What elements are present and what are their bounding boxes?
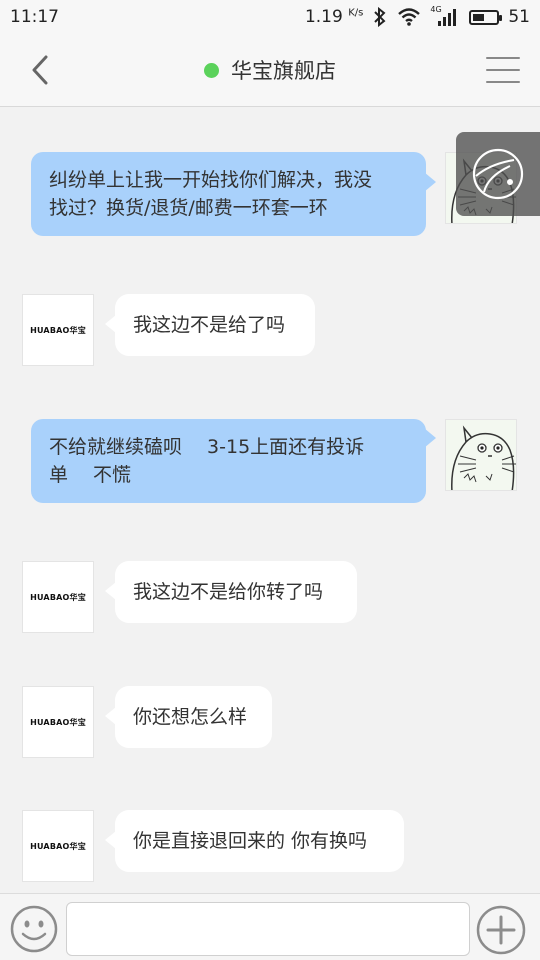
assistant-ball-icon xyxy=(472,148,524,200)
message-text-input[interactable] xyxy=(66,902,470,956)
message-text: 你还想怎么样 xyxy=(133,706,248,728)
message-bubble-incoming[interactable]: 你还想怎么样 xyxy=(115,686,272,748)
menu-icon-line xyxy=(486,81,520,83)
message-text-line: 找过？换货/退货/邮费一环套一环 xyxy=(49,197,328,219)
network-speed: 1.19 K/s xyxy=(304,7,364,27)
menu-icon-line xyxy=(486,69,520,71)
message-bubble-outgoing[interactable]: 不给就继续磕呗 3-15上面还有投诉 单 不慌 xyxy=(31,419,426,503)
huabao-logo: HUABAO华宝 xyxy=(30,717,86,727)
message-bubble-outgoing[interactable]: 纠纷单上让我一开始找你们解决，我没 找过？换货/退货/邮费一环套一环 xyxy=(31,152,426,236)
message-bubble-incoming[interactable]: 我这边不是给了吗 xyxy=(115,294,315,356)
message-text-line: 单 不慌 xyxy=(49,464,132,486)
message-text: 你是直接退回来的 你有换吗 xyxy=(133,830,368,852)
user-avatar[interactable] xyxy=(445,419,517,491)
totoro-avatar-icon xyxy=(451,425,516,490)
menu-button[interactable] xyxy=(486,52,520,88)
message-text: 我这边不是给了吗 xyxy=(133,314,286,336)
chat-title: 华宝旗舰店 xyxy=(204,55,336,85)
bubble-tail xyxy=(424,428,436,448)
plus-circle-icon xyxy=(476,905,526,955)
store-avatar[interactable]: HUABAO华宝 xyxy=(22,810,94,882)
huabao-logo: HUABAO华宝 xyxy=(30,841,86,851)
add-attachment-button[interactable] xyxy=(475,904,527,956)
chat-header: 华宝旗舰店 xyxy=(0,34,540,107)
wifi-icon xyxy=(398,8,421,26)
store-avatar[interactable]: HUABAO华宝 xyxy=(22,294,94,366)
store-avatar[interactable]: HUABAO华宝 xyxy=(22,686,94,758)
message-text: 我这边不是给你转了吗 xyxy=(133,581,324,603)
message-bubble-incoming[interactable]: 我这边不是给你转了吗 xyxy=(115,561,357,623)
message-text-line: 不给就继续磕呗 3-15上面还有投诉 xyxy=(49,436,365,458)
store-avatar[interactable]: HUABAO华宝 xyxy=(22,561,94,633)
chevron-left-icon xyxy=(32,55,48,85)
battery-icon xyxy=(469,9,503,25)
online-status-dot xyxy=(204,62,219,78)
emoji-button[interactable] xyxy=(9,904,59,954)
menu-icon-line xyxy=(486,57,520,59)
status-time: 11:17 xyxy=(10,7,59,27)
message-input-bar xyxy=(0,893,540,960)
message-text-line: 纠纷单上让我一开始找你们解决，我没 xyxy=(49,169,373,191)
status-bar: 11:17 1.19 K/s 4G 51 xyxy=(0,0,540,34)
store-name: 华宝旗舰店 xyxy=(231,59,336,83)
bluetooth-icon xyxy=(374,7,386,27)
signal-icon: 4G xyxy=(430,5,460,27)
huabao-logo: HUABAO华宝 xyxy=(30,325,86,335)
emoji-icon xyxy=(10,905,58,953)
back-button[interactable] xyxy=(20,50,60,90)
floating-assistant-button[interactable] xyxy=(456,132,540,216)
message-bubble-incoming[interactable]: 你是直接退回来的 你有换吗 xyxy=(115,810,404,872)
huabao-logo: HUABAO华宝 xyxy=(30,592,86,602)
battery-level: 51 xyxy=(508,7,530,27)
bubble-tail xyxy=(424,172,436,192)
